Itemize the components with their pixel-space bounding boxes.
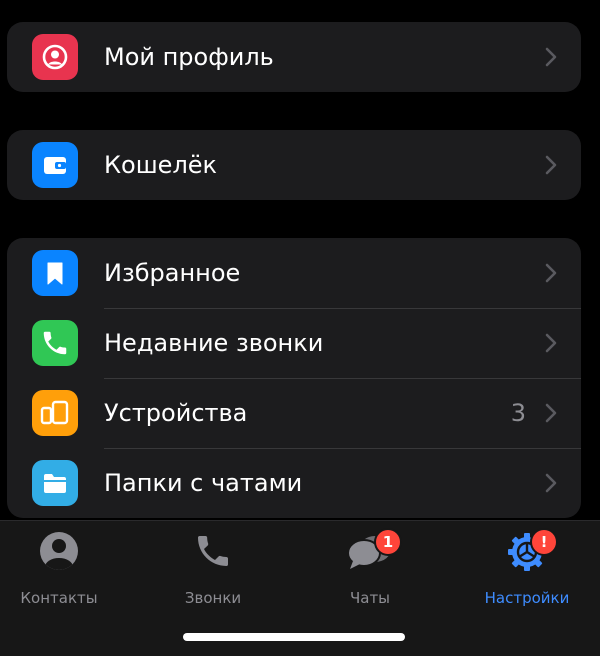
settings-row-label: Мой профиль (104, 43, 274, 71)
chevron-right-icon (545, 155, 557, 175)
home-indicator (183, 633, 405, 641)
settings-row-devices[interactable]: Устройства 3 (7, 378, 581, 448)
tab-settings[interactable]: ! Настройки (452, 530, 600, 621)
chevron-right-icon (545, 263, 557, 283)
chevron-right-icon (545, 47, 557, 67)
devices-icon (32, 390, 78, 436)
settings-row-label: Недавние звонки (104, 329, 324, 357)
settings-row-label: Кошелёк (104, 151, 218, 179)
phone-icon (32, 320, 78, 366)
person-icon (32, 34, 78, 80)
settings-alert-badge: ! (532, 530, 556, 554)
settings-row-label: Папки с чатами (104, 469, 303, 497)
settings-row-wallet[interactable]: Кошелёк (7, 130, 581, 200)
tab-calls[interactable]: Звонки (138, 531, 288, 621)
chevron-right-icon (545, 403, 557, 423)
phone-icon (198, 536, 228, 566)
tab-label: Настройки (484, 589, 570, 607)
chevron-right-icon (545, 473, 557, 493)
chats-unread-badge: 1 (376, 530, 400, 554)
tab-label: Звонки (184, 589, 242, 607)
tab-contacts[interactable]: Контакты (0, 531, 134, 621)
tab-chats[interactable]: 1 Чаты (295, 530, 445, 621)
settings-row-recent-calls[interactable]: Недавние звонки (7, 308, 581, 378)
settings-row-chat-folders[interactable]: Папки с чатами (7, 448, 581, 518)
settings-row-saved-messages[interactable]: Избранное (7, 238, 581, 308)
contacts-icon (40, 532, 78, 570)
bookmark-icon (32, 250, 78, 296)
chevron-right-icon (545, 333, 557, 353)
settings-group-profile: Мой профиль (7, 22, 581, 92)
devices-count: 3 (510, 399, 526, 427)
wallet-icon (32, 142, 78, 188)
tab-label: Контакты (20, 589, 98, 607)
settings-row-label: Устройства (104, 399, 248, 427)
tab-label: Чаты (349, 589, 391, 607)
folder-icon (32, 460, 78, 506)
settings-group-wallet: Кошелёк (7, 130, 581, 200)
settings-row-label: Избранное (104, 259, 241, 287)
settings-row-my-profile[interactable]: Мой профиль (7, 22, 581, 92)
settings-group-main: Избранное Недавние звонки Устройства 3 П… (7, 238, 581, 518)
